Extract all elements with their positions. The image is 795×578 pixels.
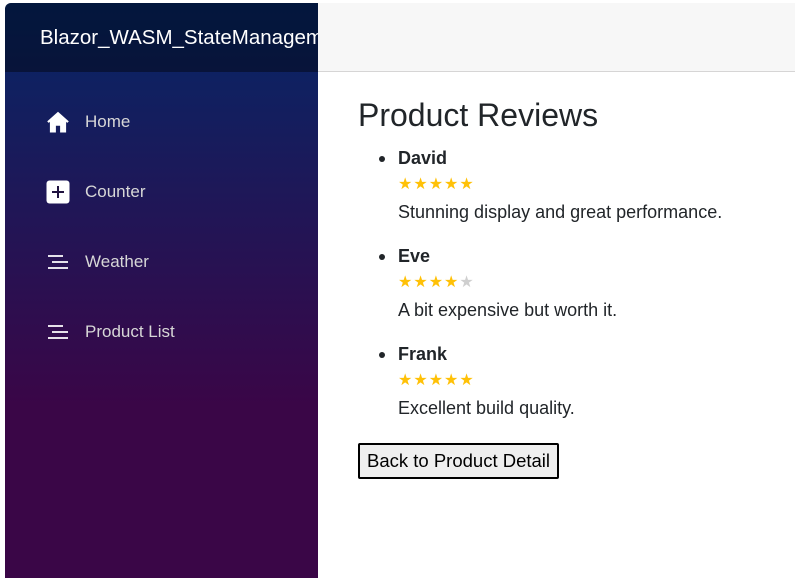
sidebar: Blazor_WASM_StateManagement Home Counter… <box>5 3 318 578</box>
review-comment: Excellent build quality. <box>398 398 575 418</box>
review-comment: A bit expensive but worth it. <box>398 300 618 320</box>
star-filled-icon: ★ <box>428 274 445 291</box>
star-rating: ★★★★★ <box>398 175 795 195</box>
sidebar-item-label: Weather <box>85 252 149 271</box>
list-icon <box>45 319 71 345</box>
app-brand-link[interactable]: Blazor_WASM_StateManagement <box>40 26 318 50</box>
nav-menu: Home Counter Weather Product List <box>5 72 318 367</box>
star-filled-icon: ★ <box>428 176 445 193</box>
sidebar-item-label: Home <box>85 112 131 131</box>
star-filled-icon: ★ <box>444 274 460 291</box>
star-filled-icon: ★ <box>428 372 445 389</box>
review-item: Eve ★★★★★ A bit expensive but worth it. <box>379 245 795 321</box>
page-title: Product Reviews <box>358 97 599 133</box>
star-filled-icon: ★ <box>398 274 414 291</box>
star-rating: ★★★★★ <box>398 371 795 391</box>
star-filled-icon: ★ <box>413 372 429 389</box>
top-row <box>318 3 795 72</box>
star-filled-icon: ★ <box>459 372 475 389</box>
reviewer-name: David <box>398 148 448 168</box>
home-icon <box>45 109 71 135</box>
star-empty-icon: ★ <box>459 274 475 291</box>
sidebar-item-label: Counter <box>85 182 146 201</box>
reviewer-name: Frank <box>398 344 448 364</box>
sidebar-item-product-list[interactable]: Product List <box>5 297 318 367</box>
sidebar-item-label: Product List <box>85 322 175 341</box>
review-item: Frank ★★★★★ Excellent build quality. <box>379 343 795 419</box>
reviewer-name: Eve <box>398 246 431 266</box>
star-filled-icon: ★ <box>398 176 414 193</box>
review-comment: Stunning display and great performance. <box>398 202 723 222</box>
back-to-product-detail-button[interactable]: Back to Product Detail <box>358 443 560 479</box>
sidebar-item-counter[interactable]: Counter <box>5 157 318 227</box>
sidebar-item-weather[interactable]: Weather <box>5 227 318 297</box>
star-rating: ★★★★★ <box>398 273 795 293</box>
brand-bar: Blazor_WASM_StateManagement <box>5 3 318 72</box>
plus-square-icon <box>45 179 71 205</box>
review-item: David ★★★★★ Stunning display and great p… <box>379 147 795 223</box>
main-content: Product Reviews David ★★★★★ Stunning dis… <box>358 95 795 479</box>
list-icon <box>45 249 71 275</box>
star-filled-icon: ★ <box>398 372 414 389</box>
star-filled-icon: ★ <box>413 176 429 193</box>
star-filled-icon: ★ <box>459 176 475 193</box>
star-filled-icon: ★ <box>444 372 460 389</box>
star-filled-icon: ★ <box>444 176 460 193</box>
review-list: David ★★★★★ Stunning display and great p… <box>358 147 795 419</box>
star-filled-icon: ★ <box>413 274 429 291</box>
sidebar-item-home[interactable]: Home <box>5 87 318 157</box>
